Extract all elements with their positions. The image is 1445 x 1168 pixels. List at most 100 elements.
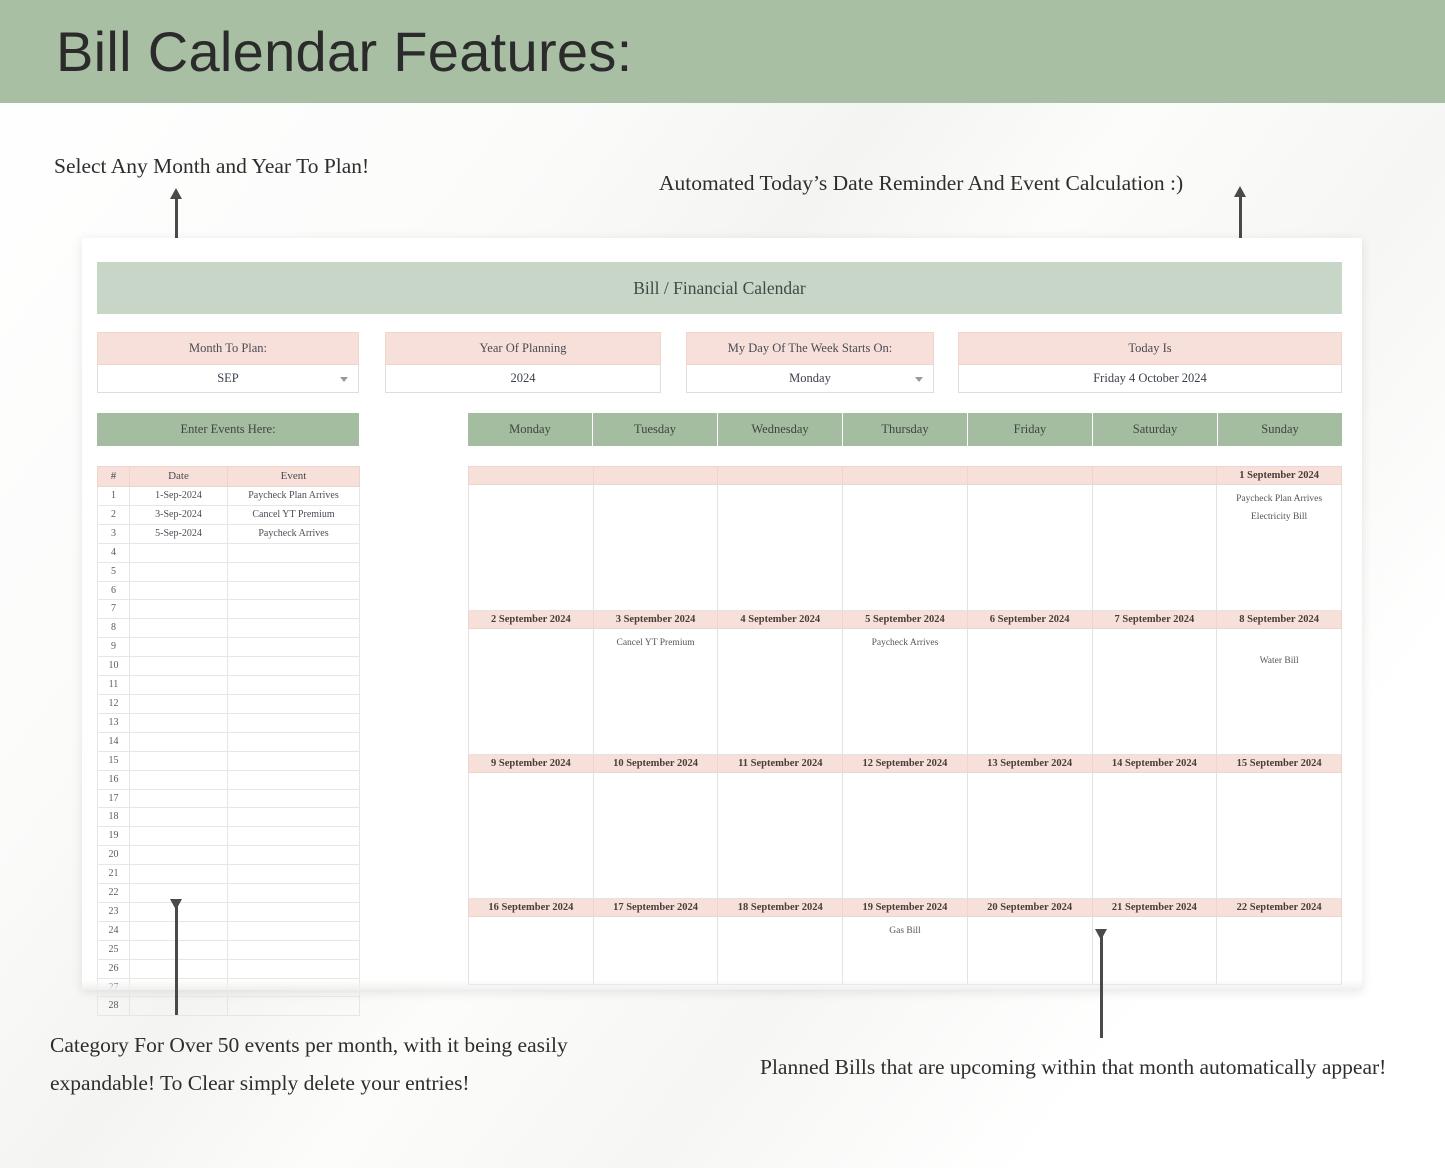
events-row-date[interactable] [129,580,228,601]
events-row-event[interactable]: Cancel YT Premium [227,504,360,525]
events-row-date[interactable] [129,958,228,979]
events-table-row[interactable]: 6 [97,580,360,601]
events-row-event[interactable] [227,826,360,847]
events-row-date[interactable] [129,996,228,1017]
events-row-event[interactable] [227,788,360,809]
events-table-row[interactable]: 9 [97,637,360,658]
events-table-row[interactable]: 25 [97,939,360,960]
calendar-day-cell[interactable] [592,772,719,899]
calendar-day-cell[interactable] [468,916,594,985]
events-row-date[interactable] [129,542,228,563]
events-row-event[interactable] [227,864,360,885]
events-table-row[interactable]: 22 [97,883,360,903]
calendar-day-cell[interactable] [468,484,594,611]
events-table-row[interactable]: 4 [97,542,360,563]
events-row-event[interactable] [227,675,360,695]
calendar-day-cell[interactable] [1091,772,1218,899]
events-table-row[interactable]: 28 [97,996,360,1017]
events-row-event[interactable] [227,939,360,960]
events-row-date[interactable] [129,675,228,695]
events-row-event[interactable] [227,656,360,677]
events-row-event[interactable] [227,712,360,733]
events-table-row[interactable]: 21 [97,864,360,885]
calendar-day-cell[interactable] [1216,916,1342,985]
events-table-row[interactable]: 17 [97,788,360,809]
events-row-event[interactable] [227,580,360,601]
events-row-date[interactable] [129,845,228,866]
events-row-date[interactable] [129,637,228,658]
events-row-date[interactable] [129,864,228,885]
events-row-event[interactable] [227,618,360,639]
calendar-day-cell[interactable]: Paycheck Plan Arrives Electricity Bill [1216,484,1342,611]
events-row-date[interactable] [129,561,228,582]
events-table-row[interactable]: 23 [97,901,360,922]
events-row-event[interactable]: Paycheck Arrives [227,523,360,544]
calendar-day-cell[interactable] [592,916,719,985]
events-row-event[interactable] [227,750,360,771]
events-row-date[interactable] [129,826,228,847]
calendar-day-cell[interactable] [1091,628,1218,755]
calendar-day-cell[interactable] [1216,772,1342,899]
events-row-event[interactable] [227,901,360,922]
week-start-select[interactable]: Monday [686,365,934,393]
events-row-date[interactable] [129,920,228,941]
events-row-date[interactable] [129,656,228,677]
events-row-date[interactable]: 1-Sep-2024 [129,486,228,506]
events-row-date[interactable] [129,750,228,771]
events-table-row[interactable]: 10 [97,656,360,677]
events-table-row[interactable]: 7 [97,599,360,620]
events-table-row[interactable]: 19 [97,826,360,847]
events-row-date[interactable] [129,693,228,714]
events-table-row[interactable]: 2 3-Sep-2024 Cancel YT Premium [97,504,360,525]
events-table-row[interactable]: 12 [97,693,360,714]
calendar-day-cell[interactable] [717,484,844,611]
events-row-date[interactable]: 3-Sep-2024 [129,504,228,525]
events-row-date[interactable] [129,712,228,733]
events-row-event[interactable] [227,731,360,752]
events-row-event[interactable] [227,769,360,790]
events-table-row[interactable]: 26 [97,958,360,979]
events-row-event[interactable] [227,920,360,941]
events-table-row[interactable]: 14 [97,731,360,752]
events-row-event[interactable] [227,958,360,979]
events-table-row[interactable]: 16 [97,769,360,790]
events-row-date[interactable]: 5-Sep-2024 [129,523,228,544]
calendar-day-cell[interactable] [717,772,844,899]
calendar-day-cell[interactable] [717,628,844,755]
calendar-day-cell[interactable] [842,484,968,611]
calendar-day-cell[interactable]: Gas Bill [842,916,968,985]
calendar-day-cell[interactable] [966,916,1093,985]
calendar-day-cell[interactable]: Cancel YT Premium [592,628,719,755]
events-row-event[interactable] [227,542,360,563]
calendar-day-cell[interactable] [966,772,1093,899]
events-row-date[interactable] [129,618,228,639]
events-table-row[interactable]: 8 [97,618,360,639]
events-row-date[interactable] [129,807,228,828]
events-row-event[interactable] [227,807,360,828]
events-table-row[interactable]: 1 1-Sep-2024 Paycheck Plan Arrives [97,486,360,506]
calendar-day-cell[interactable]: Water Bill [1216,628,1342,755]
calendar-day-cell[interactable] [842,772,968,899]
calendar-day-cell[interactable] [966,484,1093,611]
events-row-event[interactable] [227,561,360,582]
events-row-date[interactable] [129,731,228,752]
calendar-day-cell[interactable] [468,772,594,899]
events-row-date[interactable] [129,599,228,620]
events-table-row[interactable]: 20 [97,845,360,866]
events-table-row[interactable]: 11 [97,675,360,695]
events-row-event[interactable] [227,883,360,903]
events-row-event[interactable]: Paycheck Plan Arrives [227,486,360,506]
events-row-date[interactable] [129,769,228,790]
calendar-day-cell[interactable] [468,628,594,755]
events-table-row[interactable]: 3 5-Sep-2024 Paycheck Arrives [97,523,360,544]
events-table-row[interactable]: 18 [97,807,360,828]
calendar-day-cell[interactable] [717,916,844,985]
events-table-row[interactable]: 13 [97,712,360,733]
events-row-event[interactable] [227,845,360,866]
calendar-day-cell[interactable]: Paycheck Arrives [842,628,968,755]
events-row-date[interactable] [129,939,228,960]
calendar-day-cell[interactable] [1091,484,1218,611]
events-row-event[interactable] [227,996,360,1017]
events-row-event[interactable] [227,599,360,620]
events-table-row[interactable]: 15 [97,750,360,771]
